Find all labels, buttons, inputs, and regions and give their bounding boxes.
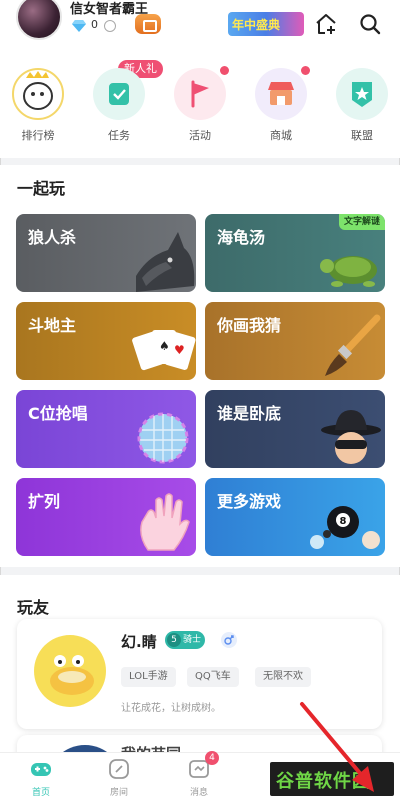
alliance-star-icon: [336, 68, 388, 120]
gift-badge-icon[interactable]: [135, 14, 161, 34]
turtle-icon: [320, 256, 377, 287]
activity-notification-dot: [220, 66, 229, 75]
game-card-undercover[interactable]: 谁是卧底: [205, 390, 385, 468]
level-badge: 5 骑士: [165, 631, 206, 649]
nav-label: 消息: [189, 788, 208, 798]
nav-item-room[interactable]: 房间: [94, 757, 144, 798]
game-card-title: 扩列: [28, 492, 61, 511]
svg-text:8: 8: [340, 516, 347, 527]
level-title: 骑士: [183, 635, 202, 645]
gender-male-icon: [221, 632, 237, 648]
svg-text:♥: ♥: [174, 343, 185, 357]
quick-entry-shop[interactable]: 商城: [253, 66, 310, 143]
disco-ball-icon: [137, 412, 189, 464]
game-card-draw-guess[interactable]: 你画我猜: [205, 302, 385, 380]
quick-entry-row: 排行榜 新人礼 任务 活动 商城 联盟: [0, 60, 400, 158]
friend-tag: QQ飞车: [187, 667, 239, 687]
friend-tag: LOL手游: [121, 667, 176, 687]
game-card-title: 狼人杀: [28, 228, 77, 247]
quick-entry-label: 排行榜: [21, 129, 55, 142]
quick-entry-activity[interactable]: 活动: [172, 66, 229, 143]
waving-hand-icon: [140, 493, 190, 551]
top-header: 信女智者霸王 0 年中盛典: [0, 0, 400, 60]
paintbrush-icon: [325, 314, 381, 376]
friend-avatar[interactable]: [32, 631, 108, 711]
game-card-more-games[interactable]: 更多游戏 8: [205, 478, 385, 556]
game-card-title: 你画我猜: [217, 316, 282, 335]
ranking-icon: [12, 68, 64, 120]
gem-count: 0: [91, 18, 98, 31]
section-title: 一起玩: [17, 179, 66, 198]
text-puzzle-badge: 文字解谜: [338, 214, 385, 230]
gamepad-icon: [29, 757, 53, 781]
spy-hat-icon: [321, 410, 381, 464]
username[interactable]: 信女智者霸王: [70, 0, 148, 17]
wolf-icon: [136, 232, 195, 292]
game-card-expand-friends[interactable]: 扩列: [16, 478, 196, 556]
diamond-icon: [72, 20, 86, 32]
message-count-badge: 4: [205, 751, 219, 765]
section-title: 玩友: [17, 598, 50, 617]
nav-label: 首页: [31, 788, 50, 798]
quick-entry-label: 活动: [189, 129, 211, 142]
playing-cards-icon: ♠ ♥: [132, 330, 196, 371]
game-card-title: 更多游戏: [217, 492, 282, 511]
game-card-landlord[interactable]: 斗地主 ♠ ♥: [16, 302, 196, 380]
game-card-c-position-sing[interactable]: C位抢唱: [16, 390, 196, 468]
friend-name: 幻.睛: [121, 633, 157, 651]
house-plus-icon[interactable]: [314, 12, 338, 36]
quick-entry-label: 联盟: [351, 129, 373, 142]
game-card-title: 海龟汤: [217, 228, 266, 247]
quick-entry-alliance[interactable]: 联盟: [334, 68, 390, 143]
billiard-ball-icon: 8: [310, 506, 380, 549]
room-icon: [107, 757, 131, 781]
shop-icon: [255, 66, 310, 120]
shop-notification-dot: [301, 66, 310, 75]
quick-entry-label: 任务: [108, 129, 130, 142]
nav-item-home[interactable]: 首页: [16, 757, 66, 798]
nav-item-messages[interactable]: 4 消息: [174, 751, 224, 798]
search-icon[interactable]: [358, 12, 382, 36]
quick-entry-label: 商城: [270, 129, 292, 142]
task-check-icon: [93, 68, 145, 120]
friend-bio: 让花成花，让树成树。: [121, 703, 221, 714]
level-number: 5: [167, 633, 181, 647]
nav-label: 房间: [109, 788, 128, 798]
game-card-turtle-soup[interactable]: 海龟汤 文字解谜: [205, 214, 385, 292]
gem-add-icon[interactable]: [104, 20, 116, 32]
user-avatar[interactable]: [16, 0, 62, 40]
annotation-arrow-icon: [300, 702, 374, 792]
event-banner-text: 年中盛典: [232, 18, 281, 32]
friend-tag: 无限不欢: [255, 667, 311, 687]
game-card-title: 谁是卧底: [217, 404, 282, 423]
message-icon: 4: [187, 751, 219, 781]
svg-text:♠: ♠: [159, 339, 170, 353]
game-card-werewolf[interactable]: 狼人杀: [16, 214, 196, 292]
game-card-title: 斗地主: [28, 316, 77, 335]
event-banner[interactable]: 年中盛典: [228, 12, 304, 36]
quick-entry-ranking[interactable]: 排行榜: [10, 68, 66, 143]
quick-entry-task[interactable]: 任务: [91, 68, 147, 143]
flag-icon: [174, 66, 229, 120]
play-together-section: 一起玩 狼人杀 海龟汤 文字解谜 斗地主 ♠ ♥ 你画我猜 C位抢唱 谁是卧底 扩…: [0, 165, 400, 567]
game-card-title: C位抢唱: [28, 404, 88, 423]
